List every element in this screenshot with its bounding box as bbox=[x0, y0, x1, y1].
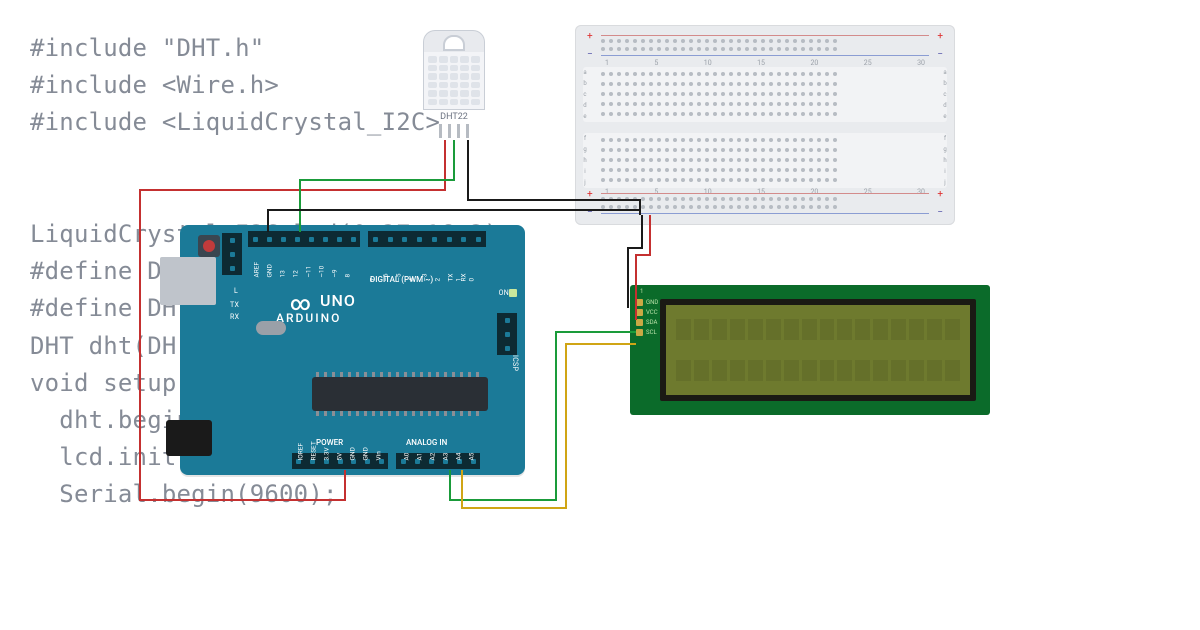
dht22-pins bbox=[423, 124, 485, 138]
arduino-analog-label: ANALOG IN bbox=[406, 438, 447, 447]
arduino-atmega-chip bbox=[312, 377, 488, 411]
dht22-grille bbox=[423, 52, 485, 110]
lcd-row bbox=[676, 319, 960, 340]
lcd-pin1-label: 1 bbox=[640, 288, 643, 295]
dht22-cap bbox=[423, 30, 485, 52]
rail-plus-icon: + bbox=[587, 189, 593, 200]
rail-minus-icon: − bbox=[937, 207, 943, 218]
lcd-row bbox=[676, 360, 960, 381]
arduino-on-label: ON bbox=[499, 289, 509, 297]
arduino-tx-label: TX bbox=[230, 301, 239, 309]
dht22-label: DHT22 bbox=[423, 112, 485, 122]
lcd-display bbox=[666, 305, 970, 395]
arduino-crystal bbox=[256, 321, 286, 335]
arduino-icsp-label: ICSP bbox=[511, 355, 519, 371]
rail-plus-icon: + bbox=[937, 31, 943, 42]
arduino-icsp-header bbox=[497, 313, 517, 355]
lcd-pin-header: GND VCC SDA SCL bbox=[636, 299, 658, 336]
arduino-digital-header-right bbox=[368, 231, 486, 247]
arduino-usb-port bbox=[160, 257, 216, 305]
breadboard-col-numbers: 151015202530 bbox=[605, 59, 925, 67]
arduino-brand: ARDUINO bbox=[276, 311, 341, 325]
lcd-screen-bezel bbox=[660, 299, 976, 401]
arduino-l-label: L bbox=[234, 287, 238, 295]
rail-minus-icon: − bbox=[587, 207, 593, 218]
breadboard-rail-holes bbox=[601, 39, 929, 43]
rail-minus-icon: − bbox=[937, 49, 943, 60]
breadboard-rail-holes bbox=[601, 47, 929, 51]
arduino-uno-board: AREFGND1312~11~10~98 7~6~54~32TX 1RX 0 I… bbox=[180, 225, 525, 475]
arduino-model: UNO bbox=[320, 291, 356, 310]
dht22-sensor: DHT22 bbox=[423, 30, 485, 128]
arduino-digital-header-left bbox=[248, 231, 360, 247]
arduino-rx-label: RX bbox=[230, 313, 239, 321]
lcd-i2c-module: 1 GND VCC SDA SCL bbox=[630, 285, 990, 415]
arduino-power-label: POWER bbox=[316, 438, 343, 447]
arduino-reset-button bbox=[198, 235, 220, 257]
arduino-icsp-header bbox=[222, 233, 242, 275]
arduino-on-led bbox=[509, 289, 517, 297]
arduino-power-jack bbox=[166, 420, 212, 456]
breadboard: + + − − 151015202530 abcde abcde fghij bbox=[575, 25, 955, 225]
wire-dht-data bbox=[300, 140, 454, 232]
rail-plus-icon: + bbox=[937, 189, 943, 200]
wiring-diagram-canvas: #include "DHT.h" #include <Wire.h> #incl… bbox=[0, 0, 1200, 630]
rail-minus-icon: − bbox=[587, 49, 593, 60]
arduino-digital-label: DIGITAL (PWM ~) bbox=[370, 275, 433, 284]
rail-plus-icon: + bbox=[587, 31, 593, 42]
